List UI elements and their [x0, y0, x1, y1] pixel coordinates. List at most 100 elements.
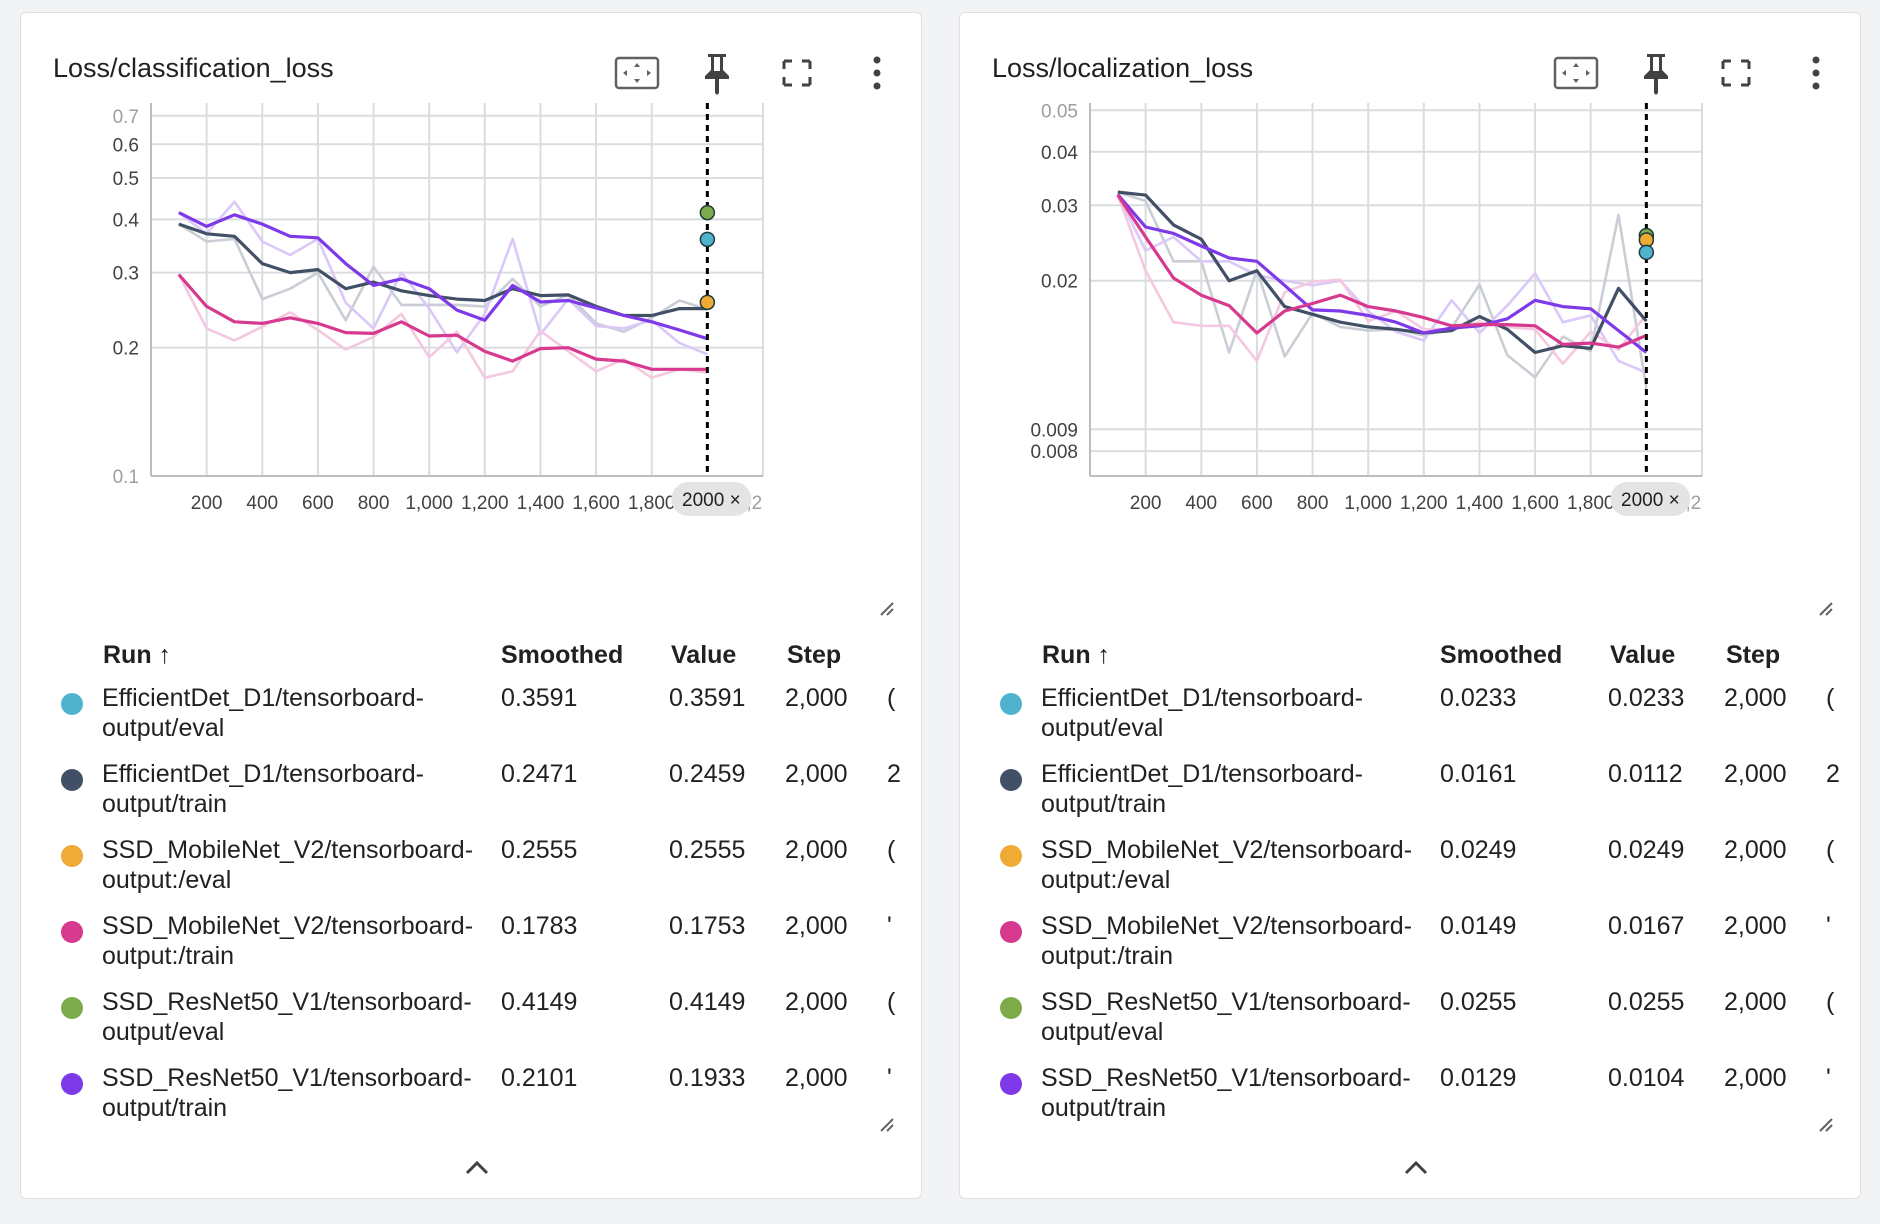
run-color-dot [61, 769, 83, 791]
smoothed-value: 0.0161 [1440, 760, 1517, 788]
run-color-dot [61, 1073, 83, 1095]
run-name: SSD_MobileNet_V2/tensorboard-output:/tra… [1041, 912, 1413, 970]
chart-resize-handle[interactable] [1816, 599, 1834, 617]
table-row[interactable]: EfficientDet_D1/tensorboard-output/eval 0… [960, 683, 1860, 753]
table-row[interactable]: SSD_MobileNet_V2/tensorboard-output:/eva… [960, 835, 1860, 905]
smoothed-value: 0.0249 [1440, 836, 1517, 864]
y-tick-label: 0.5 [113, 169, 139, 190]
run-color-dot [1000, 1073, 1022, 1095]
grid [1090, 103, 1703, 476]
x-tick-label: 1,600 [572, 493, 620, 514]
x-tick-label: 1,200 [461, 493, 509, 514]
smoothed-value: 0.0129 [1440, 1064, 1517, 1092]
chart-card-classification-loss: Loss/classification_loss 0.7 0.6 0.5 0.4 0.3… [20, 12, 922, 1199]
run-color-dot [61, 845, 83, 867]
series-line-smoothed [1117, 190, 1648, 355]
column-header-smoothed[interactable]: Smoothed [1440, 641, 1562, 670]
series-line-smoothed [178, 211, 708, 341]
smoothed-value: 0.2101 [501, 1064, 578, 1092]
table-row[interactable]: SSD_ResNet50_V1/tensorboard-output/eval 0… [960, 987, 1860, 1057]
run-name: SSD_MobileNet_V2/tensorboard-output:/eva… [102, 836, 474, 894]
table-resize-handle[interactable] [1816, 1115, 1834, 1133]
step-badge[interactable]: 2000 × [1610, 482, 1691, 516]
table-row[interactable]: EfficientDet_D1/tensorboard-output/eval 0… [21, 683, 921, 753]
column-header-value[interactable]: Value [671, 641, 736, 670]
resize-handle-icon [1819, 1118, 1833, 1132]
raw-value: 0.0112 [1608, 760, 1683, 788]
run-name: SSD_ResNet50_V1/tensorboard-output/train [1041, 1064, 1411, 1122]
data-point [1638, 244, 1655, 261]
raw-value: 0.1753 [669, 912, 746, 940]
table-row[interactable]: SSD_MobileNet_V2/tensorboard-output:/eva… [21, 835, 921, 905]
x-tick-label: 1,600 [1511, 493, 1559, 514]
x-tick-label: 400 [1185, 493, 1217, 514]
raw-value: 0.3591 [669, 684, 746, 712]
run-name: SSD_MobileNet_V2/tensorboard-output:/tra… [102, 912, 474, 970]
step-value: 2,000 [1724, 1064, 1787, 1092]
y-tick-label: 0.3 [113, 264, 139, 285]
step-badge-label: 2000 × [1621, 490, 1680, 511]
table-row[interactable]: SSD_MobileNet_V2/tensorboard-output:/tra… [960, 911, 1860, 981]
raw-value: 0.2555 [669, 836, 746, 864]
raw-value: 0.1933 [669, 1064, 746, 1092]
table-row[interactable]: SSD_ResNet50_V1/tensorboard-output/train… [960, 1063, 1860, 1133]
x-tick-label: 600 [302, 493, 334, 514]
column-header-step[interactable]: Step [1726, 641, 1780, 670]
run-color-dot [1000, 769, 1022, 791]
step-value: 2,000 [785, 836, 848, 864]
y-tick-label: 0.4 [113, 210, 140, 231]
data-point [699, 231, 716, 248]
line-chart[interactable]: 0.05 0.04 0.03 0.02 0.0090.008 200 400 600 800 1,… [960, 13, 1860, 623]
column-header-run[interactable]: Run ↑ [1042, 641, 1110, 670]
y-tick-label: 0.008 [1030, 442, 1078, 463]
chevron-up-icon [465, 1160, 489, 1175]
column-header-step[interactable]: Step [787, 641, 841, 670]
raw-value: 0.0249 [1608, 836, 1685, 864]
data-point [699, 294, 716, 311]
step-value: 2,000 [1724, 912, 1787, 940]
x-tick-label: 200 [1130, 493, 1162, 514]
step-value: 2,000 [1724, 760, 1787, 788]
grid [151, 103, 764, 477]
y-tick-label: 0.6 [113, 135, 139, 156]
table-row[interactable]: SSD_ResNet50_V1/tensorboard-output/train… [21, 1063, 921, 1133]
smoothed-value: 0.3591 [501, 684, 578, 712]
run-color-dot [1000, 845, 1022, 867]
truncated-column: 2 [1826, 760, 1840, 788]
collapse-table-button[interactable] [457, 1153, 497, 1183]
x-tick-label: 1,800 [1567, 493, 1615, 514]
table-row[interactable]: SSD_ResNet50_V1/tensorboard-output/eval 0… [21, 987, 921, 1057]
run-name: SSD_ResNet50_V1/tensorboard-output/eval [1041, 988, 1411, 1046]
column-header-smoothed[interactable]: Smoothed [501, 641, 623, 670]
run-name: SSD_ResNet50_V1/tensorboard-output/train [102, 1064, 472, 1122]
x-tick-label: 600 [1241, 493, 1273, 514]
run-color-dot [61, 921, 83, 943]
run-name: EfficientDet_D1/tensorboard-output/eval [1041, 684, 1363, 742]
line-chart[interactable]: 0.7 0.6 0.5 0.4 0.3 0.2 0.1 200 400 600 800 1,000 1,… [21, 13, 921, 623]
step-value: 2,000 [1724, 684, 1787, 712]
run-color-dot [61, 997, 83, 1019]
truncated-column: ( [887, 836, 896, 864]
table-row[interactable]: SSD_MobileNet_V2/tensorboard-output:/tra… [21, 911, 921, 981]
resize-handle-icon [880, 602, 894, 616]
truncated-column: ( [1826, 684, 1835, 712]
table-row[interactable]: EfficientDet_D1/tensorboard-output/train… [960, 759, 1860, 829]
step-badge[interactable]: 2000 × [671, 482, 752, 516]
table-resize-handle[interactable] [877, 1115, 895, 1133]
collapse-table-button[interactable] [1396, 1153, 1436, 1183]
run-name: EfficientDet_D1/tensorboard-output/train [1041, 760, 1363, 818]
table-row[interactable]: EfficientDet_D1/tensorboard-output/train… [21, 759, 921, 829]
x-tick-label: 800 [358, 493, 390, 514]
truncated-column: ( [887, 684, 896, 712]
run-name: EfficientDet_D1/tensorboard-output/train [102, 760, 424, 818]
truncated-column: ( [1826, 836, 1835, 864]
series-line-raw [178, 200, 708, 356]
raw-value: 0.0233 [1608, 684, 1685, 712]
chart-resize-handle[interactable] [877, 599, 895, 617]
column-header-run[interactable]: Run ↑ [103, 641, 171, 670]
column-header-value[interactable]: Value [1610, 641, 1675, 670]
x-tick-label: 1,200 [1400, 493, 1448, 514]
series-line-smoothed [178, 222, 708, 318]
truncated-column: ( [1826, 988, 1835, 1016]
chevron-up-icon [1404, 1160, 1428, 1175]
